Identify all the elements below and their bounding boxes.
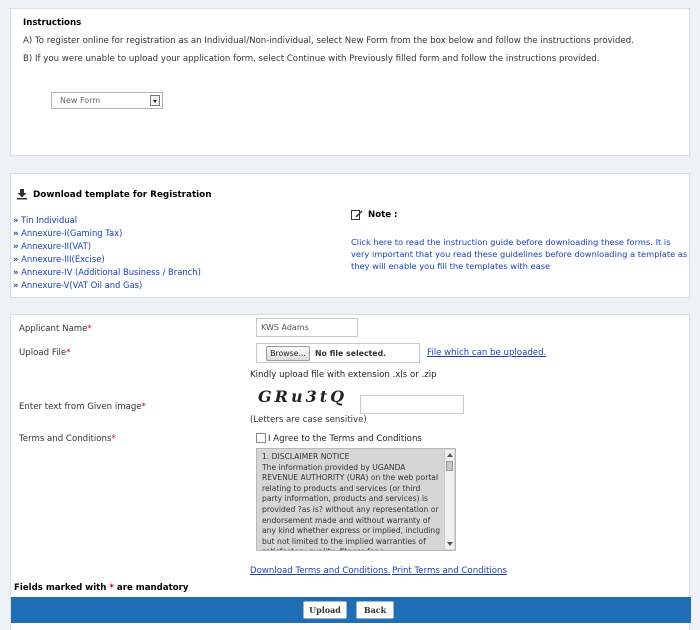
double-chevron-icon: » (13, 267, 19, 277)
browse-button[interactable]: Browse... (266, 346, 310, 361)
note-edit-icon (351, 210, 363, 220)
terms-scrollbar[interactable] (444, 450, 454, 549)
upload-hint: Kindly upload file with extension .xls o… (250, 370, 437, 380)
instruction-guide-link[interactable]: Click here to read the instruction guide… (351, 236, 691, 273)
upload-button[interactable]: Upload (303, 601, 347, 619)
applicant-name-label: Applicant Name* (19, 324, 92, 334)
registration-form: Applicant Name* KWS Adams Upload File* B… (10, 314, 691, 630)
terms-label: Terms and Conditions* (19, 434, 116, 444)
double-chevron-icon: » (13, 280, 19, 290)
terms-label-text: Terms and Conditions (19, 434, 112, 444)
mandatory-prefix: Fields marked with (14, 583, 107, 593)
double-chevron-icon: » (13, 254, 19, 264)
scroll-thumb[interactable] (446, 461, 453, 471)
template-link-label: Annexure-V(VAT Oil and Gas) (21, 280, 143, 290)
instruction-line-b: B) If you were unable to upload your app… (23, 54, 600, 64)
template-link-label: Annexure-IV (Additional Business / Branc… (21, 267, 201, 277)
required-marker: * (111, 434, 116, 444)
required-marker: * (109, 583, 114, 593)
required-marker: * (66, 348, 71, 358)
mandatory-fields-note: Fields marked with * are mandatory (14, 583, 188, 593)
note-label: Note : (368, 210, 398, 220)
template-link-tin-individual[interactable]: » Tin Individual (13, 215, 77, 225)
instructions-panel: Instructions A) To register online for r… (10, 8, 690, 156)
agree-terms-checkbox[interactable] (256, 433, 266, 443)
download-title: Download template for Registration (33, 190, 212, 200)
form-type-select[interactable]: New Form (51, 92, 163, 109)
double-chevron-icon: » (13, 215, 19, 225)
agree-terms-label[interactable]: I Agree to the Terms and Conditions (268, 434, 422, 444)
file-upload-field[interactable]: Browse... No file selected. (256, 343, 420, 363)
chevron-down-icon[interactable] (150, 95, 160, 106)
form-action-bar: Upload Back (11, 597, 691, 623)
download-terms-link[interactable]: Download Terms and Conditions. (250, 566, 391, 576)
captcha-image: GRu3tQ (258, 387, 348, 406)
uploadable-file-link[interactable]: File which can be uploaded. (427, 348, 546, 358)
case-sensitive-note: (Letters are case sensitive) (250, 415, 367, 425)
download-icon (17, 189, 27, 200)
terms-text: 1. DISCLAIMER NOTICE The information pro… (262, 452, 441, 550)
download-panel: Download template for Registration » Tin… (10, 173, 690, 298)
template-link-additional-business[interactable]: » Annexure-IV (Additional Business / Bra… (13, 267, 201, 277)
double-chevron-icon: » (13, 241, 19, 251)
scroll-up-icon[interactable] (447, 453, 453, 457)
template-link-label: Annexure-II(VAT) (21, 241, 92, 251)
template-link-label: Annexure-III(Excise) (21, 254, 105, 264)
template-link-gaming-tax[interactable]: » Annexure-I(Gaming Tax) (13, 228, 122, 238)
upload-file-label: Upload File* (19, 348, 71, 358)
upload-file-label-text: Upload File (19, 348, 67, 358)
instructions-title: Instructions (23, 18, 82, 28)
form-type-select-value: New Form (60, 96, 101, 105)
captcha-label: Enter text from Given image* (19, 402, 146, 412)
double-chevron-icon: » (13, 228, 19, 238)
captcha-input[interactable] (360, 395, 464, 414)
scroll-down-icon[interactable] (447, 542, 453, 546)
applicant-name-input[interactable]: KWS Adams (256, 318, 358, 337)
required-marker: * (141, 402, 146, 412)
required-marker: * (87, 324, 92, 334)
print-terms-link[interactable]: Print Terms and Conditions (392, 566, 507, 576)
template-link-label: Tin Individual (21, 215, 78, 225)
no-file-text: No file selected. (315, 349, 387, 358)
template-link-label: Annexure-I(Gaming Tax) (21, 228, 123, 238)
template-link-vat[interactable]: » Annexure-II(VAT) (13, 241, 91, 251)
captcha-label-text: Enter text from Given image (19, 402, 142, 412)
mandatory-suffix: are mandatory (116, 583, 189, 593)
terms-text-area[interactable]: 1. DISCLAIMER NOTICE The information pro… (256, 448, 456, 551)
applicant-name-label-text: Applicant Name (19, 324, 88, 334)
template-link-excise[interactable]: » Annexure-III(Excise) (13, 254, 105, 264)
back-button[interactable]: Back (356, 601, 394, 619)
template-link-vat-oil-gas[interactable]: » Annexure-V(VAT Oil and Gas) (13, 280, 142, 290)
instruction-line-a: A) To register online for registration a… (23, 36, 634, 46)
